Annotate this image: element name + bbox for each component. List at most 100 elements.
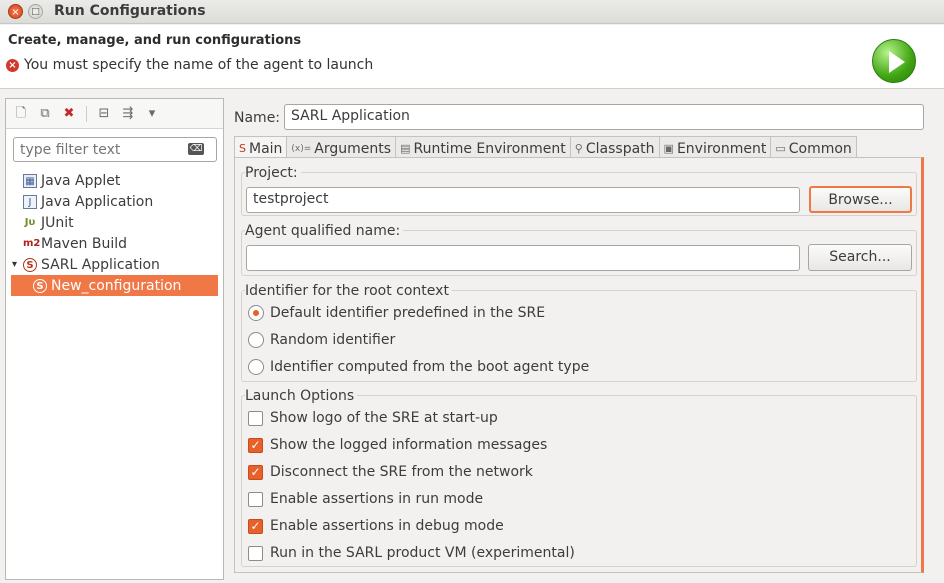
tree-item-label: SARL Application	[41, 256, 160, 273]
name-field[interactable]: SARL Application	[284, 104, 924, 130]
project-label: Project:	[245, 165, 301, 181]
checkbox-show-logged-info[interactable]: ✓ Show the logged information messages	[248, 435, 547, 455]
clear-filter-icon[interactable]: ⌫	[188, 143, 204, 155]
search-button[interactable]: Search...	[808, 244, 912, 271]
browse-button[interactable]: Browse...	[809, 186, 912, 213]
checkbox-sarl-product-vm[interactable]: Run in the SARL product VM (experimental…	[248, 543, 575, 563]
tree-item-java-applet[interactable]: ▦ Java Applet	[6, 170, 223, 191]
new-configuration-icon[interactable]: 🗋	[12, 105, 30, 123]
java-applet-icon: ▦	[23, 173, 37, 188]
tree-item-sarl-application[interactable]: ▾ S SARL Application	[6, 254, 223, 275]
delete-icon[interactable]: ✖	[60, 105, 78, 123]
tab-label: Main	[248, 140, 283, 157]
toolbar-divider	[86, 105, 87, 122]
launch-options-group: Launch Options Show logo of the SRE at s…	[241, 388, 917, 567]
checkbox[interactable]	[248, 491, 263, 507]
filter-input[interactable]	[13, 137, 217, 162]
radio-default-identifier[interactable]: Default identifier predefined in the SRE	[248, 303, 545, 323]
configuration-tree: ▦ Java Applet J Java Application Jυ JUni…	[6, 170, 223, 296]
option-label: Show logo of the SRE at start-up	[270, 410, 498, 426]
option-label: Default identifier predefined in the SRE	[270, 305, 546, 321]
radio-computed-identifier[interactable]: Identifier computed from the boot agent …	[248, 357, 589, 377]
checkbox-assertions-debug[interactable]: ✓ Enable assertions in debug mode	[248, 516, 504, 536]
error-message: × You must specify the name of the agent…	[6, 57, 373, 73]
dialog-title: Create, manage, and run configurations	[8, 33, 302, 48]
checkbox[interactable]: ✓	[248, 464, 263, 480]
tree-item-label: Maven Build	[41, 235, 128, 252]
launch-options-label: Launch Options	[245, 388, 358, 404]
variable-icon: (x)=	[291, 143, 312, 154]
identifier-group-label: Identifier for the root context	[245, 283, 452, 299]
environment-icon: ▣	[663, 142, 674, 155]
sarl-icon: S	[23, 257, 37, 272]
dialog-header: Create, manage, and run configurations ×…	[0, 25, 944, 89]
option-label: Run in the SARL product VM (experimental…	[270, 545, 575, 561]
tree-item-label: Java Application	[41, 193, 154, 210]
identifier-group: Identifier for the root context Default …	[241, 283, 917, 382]
tree-item-new-configuration[interactable]: S New_configuration	[11, 275, 218, 296]
maven-icon: m2	[23, 237, 41, 249]
error-icon: ×	[6, 58, 19, 72]
tab-label: Classpath	[585, 140, 655, 157]
project-field[interactable]: testproject	[246, 187, 800, 213]
option-label: Disconnect the SRE from the network	[270, 464, 533, 480]
main-tab-content: Project: testproject Browse... Agent qua…	[234, 157, 924, 573]
title-bar: × □ Run Configurations	[0, 0, 944, 24]
radio-button[interactable]	[248, 359, 264, 375]
junit-icon: Jυ	[24, 216, 36, 228]
project-group: Project: testproject Browse...	[241, 165, 917, 216]
option-label: Identifier computed from the boot agent …	[270, 359, 590, 375]
tree-toolbar: 🗋 ⧉ ✖ ⊟ ⇶ ▾	[6, 99, 223, 129]
checkbox[interactable]: ✓	[248, 518, 263, 534]
duplicate-icon[interactable]: ⧉	[36, 105, 54, 123]
error-message-text: You must specify the name of the agent t…	[24, 57, 374, 73]
tab-common[interactable]: ▭ Common	[770, 136, 857, 158]
tree-item-label: Java Applet	[41, 172, 121, 189]
tab-main[interactable]: S Main	[234, 136, 288, 158]
sarl-config-icon: S	[33, 278, 47, 293]
agent-label: Agent qualified name:	[245, 223, 404, 239]
tab-label: Environment	[676, 140, 767, 157]
checkbox-assertions-run[interactable]: Enable assertions in run mode	[248, 489, 483, 509]
common-icon: ▭	[775, 142, 786, 155]
tree-item-java-application[interactable]: J Java Application	[6, 191, 223, 212]
radio-random-identifier[interactable]: Random identifier	[248, 330, 395, 350]
tree-item-junit[interactable]: Jυ JUnit	[6, 212, 223, 233]
checkbox-show-logo[interactable]: Show logo of the SRE at start-up	[248, 408, 498, 428]
tab-label: Arguments	[314, 140, 392, 157]
tab-classpath[interactable]: ⚲ Classpath	[569, 136, 660, 158]
filter-icon[interactable]: ⇶	[119, 105, 137, 123]
library-icon: ▤	[400, 142, 411, 155]
tree-item-label: New_configuration	[51, 277, 182, 294]
tab-runtime-environment[interactable]: ▤ Runtime Environment	[395, 136, 571, 158]
run-icon	[872, 39, 916, 83]
sarl-main-icon: S	[239, 142, 246, 155]
tab-label: Common	[788, 140, 852, 157]
tab-arguments[interactable]: (x)= Arguments	[286, 136, 397, 158]
tree-item-label: JUnit	[41, 214, 74, 231]
radio-button[interactable]	[248, 332, 264, 348]
configuration-editor: Name: SARL Application S Main (x)= Argum…	[230, 98, 942, 580]
option-label: Random identifier	[270, 332, 396, 348]
checkbox[interactable]: ✓	[248, 437, 263, 453]
radio-button[interactable]	[248, 305, 264, 321]
close-icon[interactable]: ×	[8, 4, 23, 19]
option-label: Enable assertions in debug mode	[270, 518, 504, 534]
expand-arrow-icon[interactable]: ▾	[12, 259, 23, 270]
agent-name-field[interactable]	[246, 245, 800, 271]
tab-environment[interactable]: ▣ Environment	[658, 136, 772, 158]
maximize-icon[interactable]: □	[28, 4, 43, 19]
name-label: Name:	[234, 110, 281, 126]
agent-group: Agent qualified name: Search...	[241, 223, 917, 276]
collapse-all-icon[interactable]: ⊟	[95, 105, 113, 123]
tab-label: Runtime Environment	[413, 140, 566, 157]
checkbox[interactable]	[248, 545, 263, 561]
configuration-tree-panel: 🗋 ⧉ ✖ ⊟ ⇶ ▾ ⌫ ▦ Java Applet J Java Appli…	[5, 98, 224, 580]
tree-item-maven-build[interactable]: m2 Maven Build	[6, 233, 223, 254]
window-title: Run Configurations	[54, 3, 206, 19]
chevron-down-icon[interactable]: ▾	[143, 105, 161, 123]
classpath-icon: ⚲	[574, 142, 583, 155]
checkbox-disconnect-network[interactable]: ✓ Disconnect the SRE from the network	[248, 462, 533, 482]
tab-bar: S Main (x)= Arguments ▤ Runtime Environm…	[234, 136, 857, 158]
checkbox[interactable]	[248, 410, 263, 426]
